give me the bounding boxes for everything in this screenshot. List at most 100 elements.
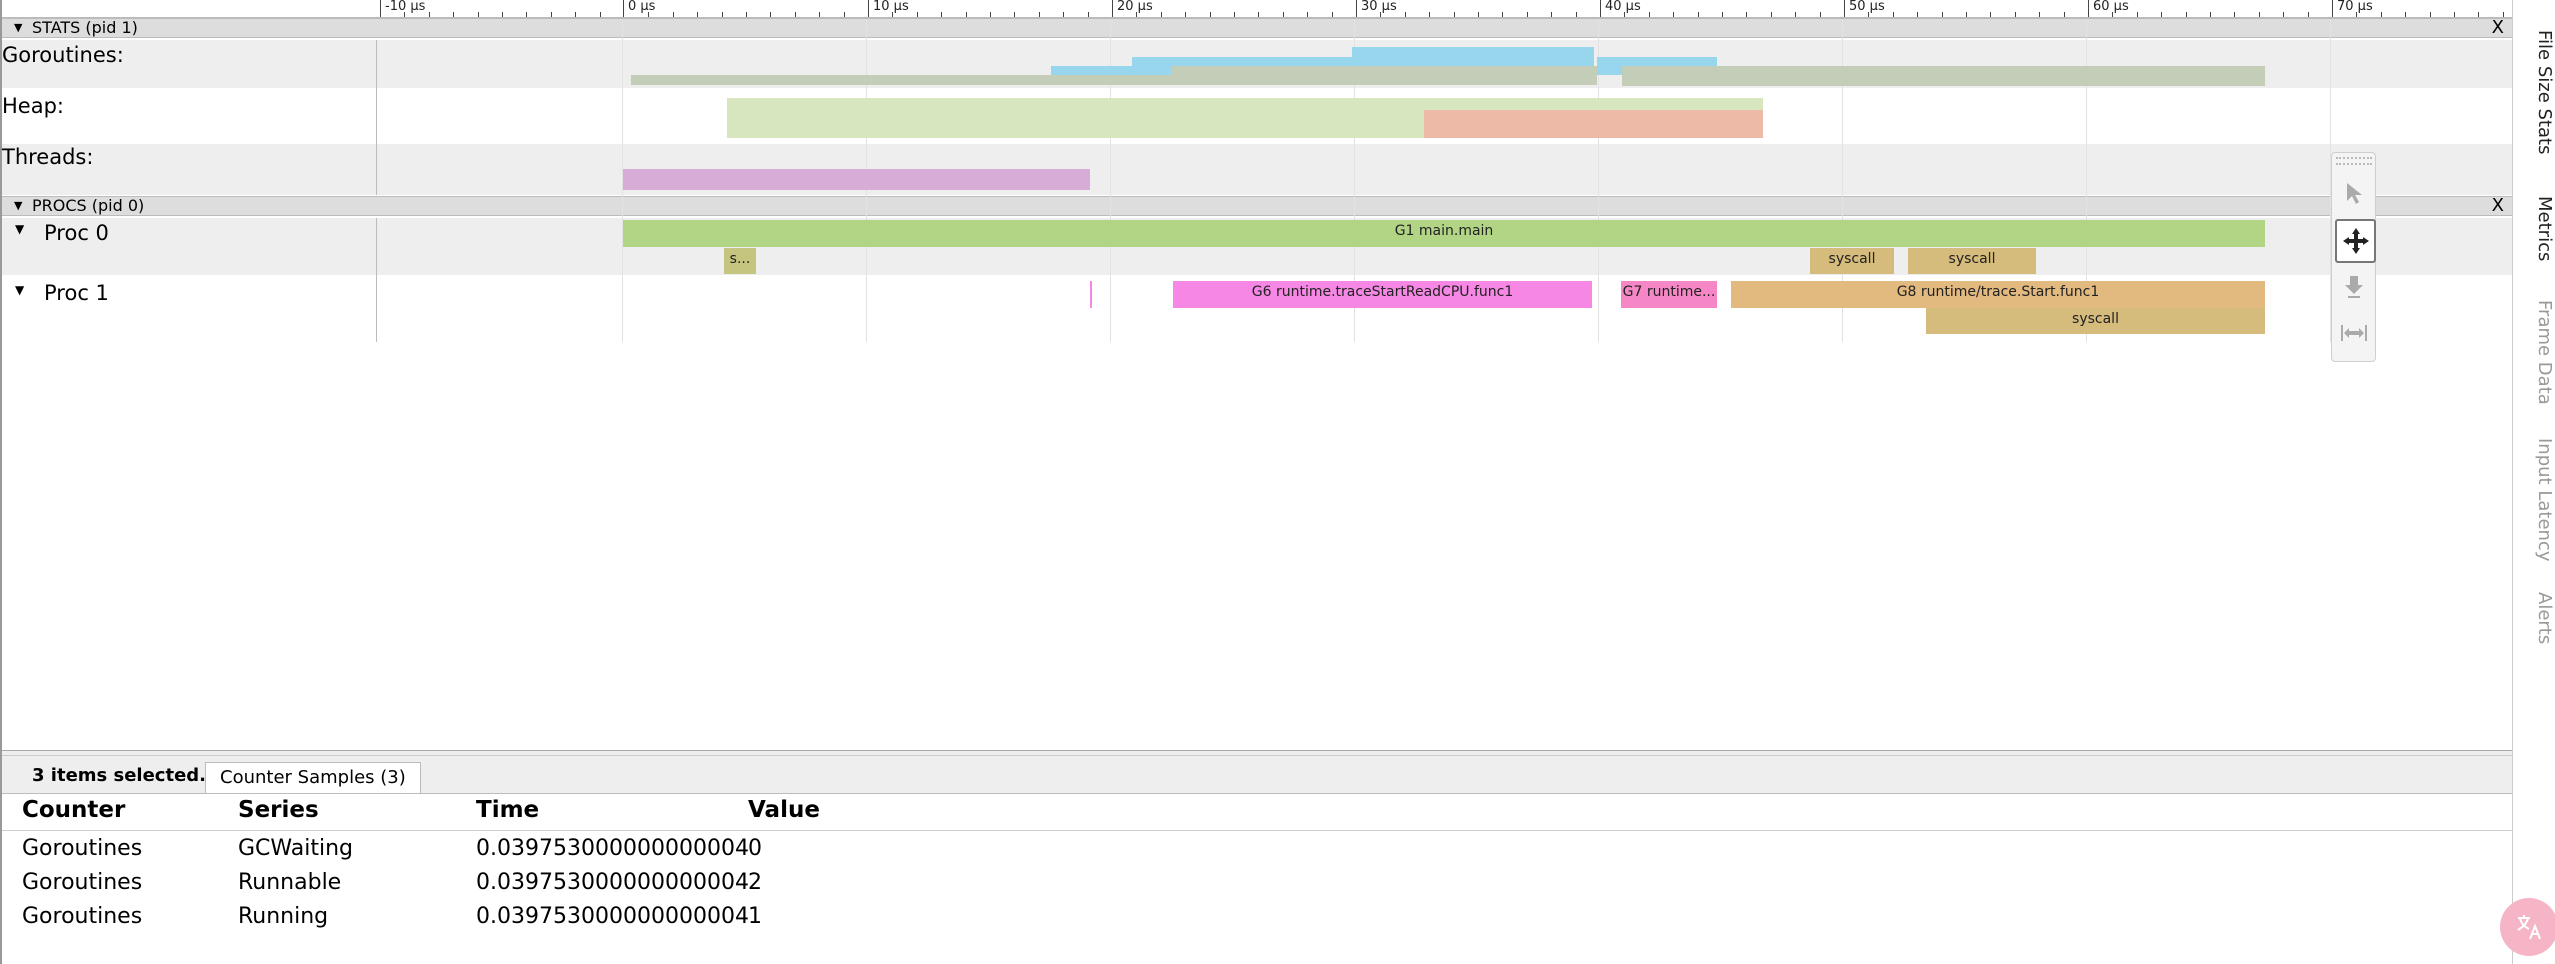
pan-tool-button[interactable] (2335, 219, 2376, 263)
mouse-mode-palette (2331, 152, 2376, 362)
time-ruler[interactable]: -10 μs 0 μs 10 μs 20 μs 30 μs 40 μs 50 μ… (2, 0, 2512, 18)
ruler-minor-tick (965, 12, 967, 17)
column-header-time[interactable]: Time (476, 797, 539, 823)
cell-value: 1 (748, 904, 762, 929)
collapse-triangle-icon[interactable]: ▼ (14, 19, 22, 37)
ruler-minor-tick (2405, 12, 2407, 17)
translate-button[interactable] (2500, 898, 2555, 956)
tab-input-latency[interactable]: Input Latency (2512, 438, 2555, 561)
ruler-minor-tick (770, 12, 772, 17)
slice-syscall[interactable]: syscall (1810, 248, 1894, 274)
selection-summary: 3 items selected. (32, 765, 207, 786)
collapse-triangle-icon[interactable]: ▼ (14, 197, 22, 215)
ruler-minor-tick (916, 12, 918, 17)
ruler-minor-tick (2356, 12, 2358, 17)
ruler-minor-tick (1453, 12, 1455, 17)
proc1-label: Proc 1 (44, 281, 109, 305)
palette-drag-handle[interactable] (2336, 157, 2372, 165)
ruler-minor-tick (1673, 12, 1675, 17)
cell-value: 2 (748, 870, 762, 895)
close-stats-button[interactable]: X (2492, 19, 2504, 37)
slice-g8-trace-start[interactable]: G8 runtime/trace.Start.func1 (1731, 281, 2265, 308)
ruler-minor-tick (1648, 12, 1650, 17)
procs-section-title: PROCS (pid 0) (32, 196, 145, 215)
ruler-minor-tick (1160, 12, 1162, 17)
tab-frame-data[interactable]: Frame Data (2512, 300, 2555, 405)
expand-triangle-icon[interactable]: ▼ (15, 283, 24, 297)
ruler-minor-tick (1575, 12, 1577, 17)
ruler-minor-tick (2283, 12, 2285, 17)
ruler-minor-tick (1014, 12, 1016, 17)
ruler-minor-tick (794, 12, 796, 17)
pointer-icon (2346, 183, 2362, 204)
threads-track[interactable] (2, 144, 2512, 195)
tab-file-size-stats[interactable]: File Size Stats (2512, 30, 2555, 154)
ruler-minor-tick (2210, 12, 2211, 17)
zoom-arrows-icon (2344, 276, 2363, 298)
ruler-minor-tick (2234, 12, 2236, 17)
ruler-minor-tick (2478, 12, 2480, 17)
ruler-minor-tick (697, 12, 699, 17)
ruler-minor-tick (2258, 12, 2260, 17)
expand-triangle-icon[interactable]: ▼ (15, 222, 24, 236)
ruler-minor-tick (1429, 12, 1431, 17)
timing-tool-button[interactable] (2335, 313, 2372, 353)
ruler-minor-tick (843, 12, 845, 17)
threads-counter-bar[interactable] (623, 169, 1090, 190)
stats-section-title: STATS (pid 1) (32, 18, 138, 37)
ruler-minor-tick (1063, 12, 1065, 17)
ruler-minor-tick (1380, 12, 1382, 17)
slice-syscall-short[interactable]: s... (724, 248, 756, 274)
threads-label: Threads: (2, 145, 94, 169)
zoom-tool-button[interactable] (2335, 267, 2372, 307)
cell-time: 0.039753000000000004 (476, 870, 749, 895)
goroutines-label: Goroutines: (2, 43, 124, 67)
ruler-minor-tick (2014, 12, 2016, 17)
tab-metrics[interactable]: Metrics (2512, 196, 2555, 261)
ruler-minor-tick (1087, 12, 1089, 17)
ruler-minor-tick (819, 12, 821, 17)
cell-counter: Goroutines (22, 870, 143, 895)
ruler-minor-tick (599, 12, 601, 17)
ruler-minor-tick (1966, 12, 1967, 17)
procs-section-header[interactable]: ▼ PROCS (pid 0) X (2, 196, 2512, 216)
select-tool-button[interactable] (2335, 173, 2372, 213)
slice-syscall[interactable]: syscall (1908, 248, 2036, 274)
close-procs-button[interactable]: X (2492, 197, 2504, 215)
column-header-series[interactable]: Series (238, 797, 319, 823)
goroutines-counter-bar[interactable] (1622, 66, 2265, 86)
ruler-minor-tick (2063, 12, 2065, 17)
ruler-minor-tick (1331, 12, 1333, 17)
tab-alerts[interactable]: Alerts (2512, 592, 2555, 644)
ruler-minor-tick (672, 12, 674, 17)
goroutines-counter-bar[interactable] (1051, 66, 1171, 75)
slice-g6-traceStartReadCPU[interactable]: G6 runtime.traceStartReadCPU.func1 (1173, 281, 1592, 308)
ruler-minor-tick (990, 12, 991, 17)
column-header-value[interactable]: Value (748, 797, 820, 823)
slice-g7-runtime[interactable]: G7 runtime... (1621, 281, 1717, 308)
ruler-minor-tick (1746, 12, 1748, 17)
goroutines-counter-bar[interactable] (1352, 47, 1594, 66)
ruler-minor-tick (1209, 12, 1211, 17)
tab-counter-samples[interactable]: Counter Samples (3) (205, 762, 421, 793)
goroutines-counter-bar[interactable] (1171, 66, 1597, 75)
goroutines-counter-bar[interactable] (631, 75, 1597, 85)
cell-counter: Goroutines (22, 904, 143, 929)
ruler-minor-tick (1892, 12, 1894, 17)
heap-counter-bar[interactable] (1424, 110, 1763, 138)
column-header-counter[interactable]: Counter (22, 797, 125, 823)
goroutines-counter-bar[interactable] (1132, 57, 1352, 66)
slice-syscall[interactable]: syscall (1926, 308, 2265, 334)
ruler-minor-tick (1990, 12, 1992, 17)
slice-tiny-marker[interactable] (1090, 281, 1092, 308)
ruler-minor-tick (1551, 12, 1553, 17)
stats-section-header[interactable]: ▼ STATS (pid 1) X (2, 18, 2512, 38)
slice-g1-main[interactable]: G1 main.main (623, 220, 2265, 247)
ruler-minor-tick (2307, 12, 2309, 17)
ruler-minor-tick (550, 12, 552, 17)
ruler-minor-tick (2380, 12, 2382, 17)
translate-icon (2517, 915, 2541, 940)
heap-label: Heap: (2, 94, 64, 118)
ruler-minor-tick (1697, 12, 1699, 17)
cell-time: 0.039753000000000004 (476, 836, 749, 861)
